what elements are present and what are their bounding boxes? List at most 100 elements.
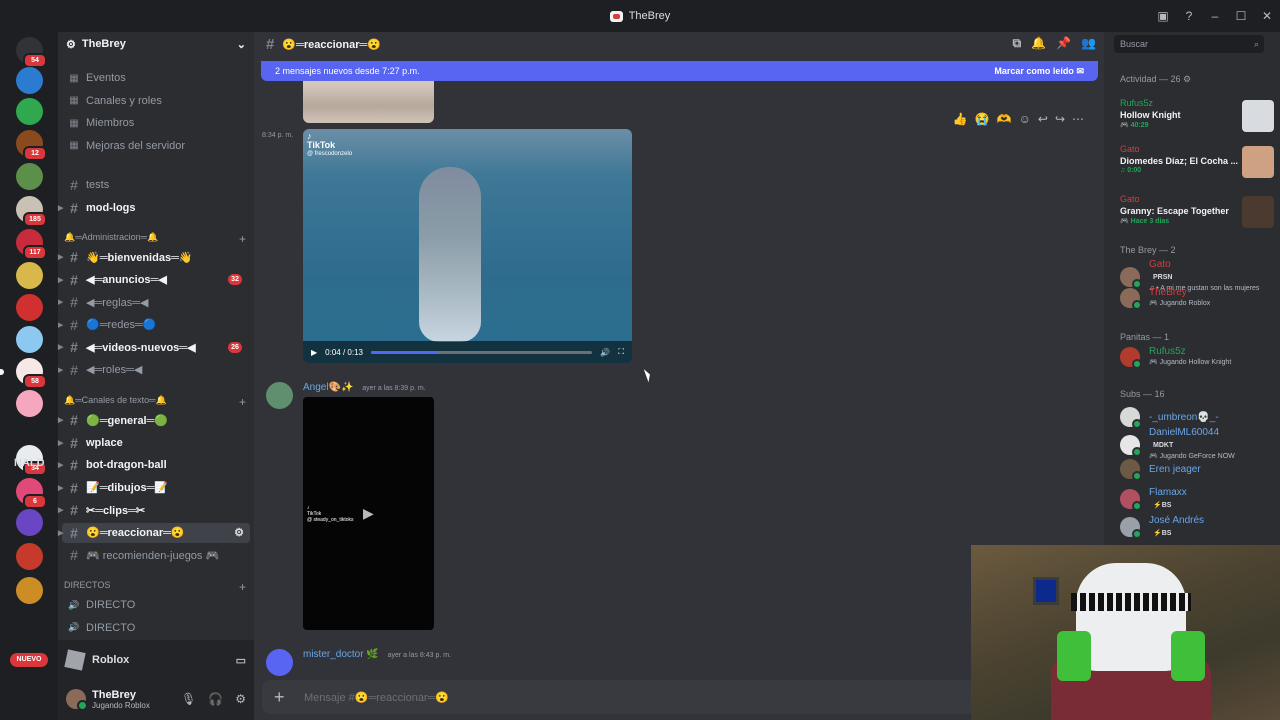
maximize-button[interactable]: ☐ <box>1228 9 1254 23</box>
channel-item[interactable]: ▶ # bot-dragon-ball <box>58 455 250 475</box>
channel-item[interactable]: ▶ # 😮═reaccionar═😮 ⚙ <box>58 522 250 543</box>
video-player[interactable]: ♪ TikTok @ frescodonzelo ▶ 0:04 / 0:13 🔊 ⛶ <box>303 129 632 363</box>
channel-item[interactable]: ▶ # ◀═roles═◀ <box>58 360 250 380</box>
add-reaction-icon[interactable]: ☺ <box>1019 112 1031 126</box>
server-icon[interactable] <box>16 577 43 604</box>
headphones-icon[interactable]: 🎧 <box>208 692 223 706</box>
activity-panel[interactable]: Roblox ▭ <box>64 648 246 672</box>
play-icon[interactable]: ▶ <box>311 348 317 357</box>
server-icon[interactable]: 12 <box>16 130 47 161</box>
help-icon[interactable]: ? <box>1176 9 1202 23</box>
member-item[interactable]: Eren jeager <box>1120 459 1280 481</box>
bell-icon[interactable]: 🔔 <box>1031 36 1046 51</box>
member-item[interactable]: José Andrés ⚡BS <box>1120 515 1280 539</box>
user-name-block[interactable]: TheBrey Jugando Roblox <box>92 689 181 710</box>
message-author[interactable]: Angel🎨✨ <box>303 382 353 393</box>
search-input[interactable]: Buscar ⌕ <box>1114 35 1264 53</box>
channel-item[interactable]: ▶ # ◀═videos-nuevos═◀ 26 <box>58 337 250 357</box>
server-icon[interactable]: 58 <box>0 358 47 389</box>
member-item[interactable]: TheBrey 🎮 Jugando Roblox <box>1120 287 1280 310</box>
server-icon[interactable]: 117 <box>16 229 47 260</box>
video-attachment[interactable]: ♪ TikTok @ steady_on_tiktoks ▶ <box>303 397 434 630</box>
server-icon[interactable] <box>16 67 43 94</box>
fullscreen-icon[interactable]: ⛶ <box>618 347 624 357</box>
heart-hands-reaction[interactable]: 🫶 <box>997 112 1012 126</box>
thumbs-up-reaction[interactable]: 👍 <box>953 112 968 126</box>
member-item[interactable]: -_umbreon💀_- <box>1120 407 1280 429</box>
member-item[interactable]: Flamaxx ⚡BS <box>1120 487 1280 511</box>
server-icon[interactable] <box>16 262 43 289</box>
member-item[interactable]: DanielML60044 MDKT 🎮 Jugando GeForce NOW <box>1120 427 1280 462</box>
server-icon[interactable] <box>16 543 43 570</box>
channel-settings-icon[interactable]: ⚙ <box>234 526 244 539</box>
close-button[interactable]: ✕ <box>1254 9 1280 23</box>
server-icon[interactable] <box>16 326 43 353</box>
channel-item[interactable]: ▶ # 👋═bienvenidas═👋 <box>58 247 250 267</box>
reply-icon[interactable]: ↩ <box>1038 112 1048 126</box>
channel-item[interactable]: ▶ # 🔵═redes═🔵 <box>58 315 250 335</box>
server-icon[interactable]: 6 <box>16 478 47 509</box>
sidebar-item-canales-y-roles[interactable]: ▦ Canales y roles <box>62 91 250 111</box>
channel-item[interactable]: ▶ # 📝═dibujos═📝 <box>58 478 250 498</box>
microphone-icon[interactable]: 🎙 <box>181 692 196 706</box>
play-icon[interactable]: ▶ <box>363 505 374 522</box>
channel-item[interactable]: ▶ # ◀═anuncios═◀ 32 <box>58 270 250 290</box>
avatar[interactable] <box>266 649 293 676</box>
channel-item[interactable]: ▶ # wplace <box>58 433 250 453</box>
channel-item[interactable]: # mod-logs ▶ <box>58 198 250 218</box>
activity-card[interactable]: Gato Granny: Escape Together 🎮 Hace 3 días <box>1120 194 1274 238</box>
sidebar-item-label: Eventos <box>86 72 126 84</box>
settings-gear-icon[interactable]: ⚙ <box>235 692 246 706</box>
new-badge[interactable]: NUEVO <box>10 653 48 667</box>
channel-item[interactable]: ▶ # ✂═clips═✂ <box>58 500 250 520</box>
category-label: 🔔═Canales de texto═🔔 <box>64 395 167 405</box>
server-icon[interactable] <box>16 390 43 417</box>
add-channel-icon[interactable]: + <box>239 232 246 246</box>
more-options-icon[interactable]: ⋯ <box>1072 112 1084 126</box>
sidebar-item-mejoras-del-servidor[interactable]: ▦ Mejoras del servidor <box>62 136 250 156</box>
threads-icon[interactable]: ⧉ <box>1013 36 1022 51</box>
channel-item[interactable]: ▶ # 🟢═general═🟢 <box>58 410 250 430</box>
server-icon[interactable]: 185 <box>16 196 47 227</box>
server-header[interactable]: ⚙ TheBrey ⌄ <box>58 32 254 56</box>
voice-channel-item[interactable]: 🔊 DIRECTO <box>62 618 250 638</box>
category-direct[interactable]: DIRECTOS + <box>64 580 248 594</box>
avatar[interactable] <box>66 689 88 711</box>
inbox-icon[interactable]: ▣ <box>1150 9 1176 23</box>
crying-reaction[interactable]: 😭 <box>975 112 990 126</box>
message-input[interactable]: Mensaje #😮═reaccionar═😮 <box>304 691 449 704</box>
pin-icon[interactable]: 📌 <box>1056 36 1071 51</box>
server-folder-label[interactable]: NALD <box>14 457 45 469</box>
sidebar-item-eventos[interactable]: ▦ Eventos <box>62 68 250 88</box>
channel-item[interactable]: # 🎮 recomienden-juegos 🎮 <box>62 545 250 565</box>
video-progress-bar[interactable] <box>370 350 593 354</box>
server-icon[interactable] <box>16 163 43 190</box>
server-icon[interactable] <box>16 98 43 125</box>
server-icon[interactable] <box>16 294 43 321</box>
add-channel-icon[interactable]: + <box>239 395 246 409</box>
previous-attachment[interactable] <box>303 81 434 123</box>
message-author[interactable]: mister_doctor 🌿 <box>303 649 379 660</box>
activity-share-icon[interactable]: ▭ <box>236 654 246 667</box>
new-messages-bar[interactable]: 2 mensajes nuevos desde 7:27 p.m. Marcar… <box>261 61 1098 81</box>
avatar[interactable] <box>266 382 293 409</box>
member-item[interactable]: Rufus5z 🎮 Jugando Hollow Knight <box>1120 346 1280 369</box>
add-channel-icon[interactable]: + <box>239 580 246 594</box>
minimize-button[interactable]: – <box>1202 9 1228 23</box>
category-admin[interactable]: 🔔═Administracion═🔔 + <box>64 232 248 246</box>
activity-card[interactable]: Gato Diomedes Díaz; El Cocha ... ♫ 0:00 <box>1120 144 1274 188</box>
sidebar-item-miembros[interactable]: ▦ Miembros <box>62 113 250 133</box>
member-list-icon[interactable]: 👥 <box>1081 36 1096 51</box>
voice-channel-item[interactable]: 🔊 DIRECTO <box>62 595 250 615</box>
activity-card[interactable]: Rufus5z Hollow Knight 🎮 40:29 <box>1120 98 1274 142</box>
add-attachment-icon[interactable]: + <box>274 688 290 706</box>
channel-item[interactable]: # tests <box>62 175 250 195</box>
mark-read-button[interactable]: Marcar como leído ✉ <box>994 66 1084 77</box>
channel-item[interactable]: ▶ # ◀═reglas═◀ <box>58 292 250 312</box>
hash-icon: # <box>70 199 78 216</box>
server-icon[interactable] <box>16 509 43 536</box>
volume-icon[interactable]: 🔊 <box>600 348 610 357</box>
home-button[interactable]: 54 <box>16 37 47 68</box>
category-text[interactable]: 🔔═Canales de texto═🔔 + <box>64 395 248 409</box>
forward-icon[interactable]: ↪ <box>1055 112 1065 126</box>
